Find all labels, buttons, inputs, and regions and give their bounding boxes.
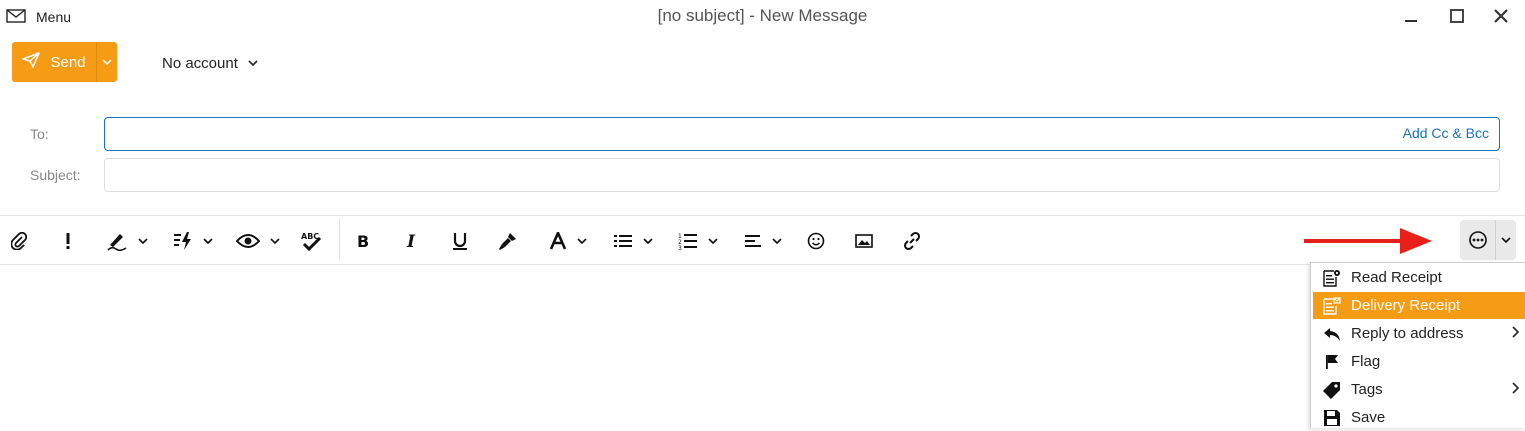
bullet-list-icon bbox=[614, 235, 632, 247]
account-selector[interactable]: No account bbox=[162, 52, 258, 74]
delivery-receipt-icon bbox=[1313, 296, 1351, 315]
svg-text:B: B bbox=[357, 233, 369, 249]
font-color-icon bbox=[549, 232, 567, 250]
menu-item-label: Read Receipt bbox=[1351, 269, 1442, 286]
to-label: To: bbox=[30, 126, 49, 142]
spellcheck-icon[interactable]: ABC bbox=[300, 228, 322, 254]
menu-item-label: Reply to address bbox=[1351, 325, 1464, 342]
menu-item-delivery-receipt[interactable]: Delivery Receipt bbox=[1313, 292, 1525, 319]
paper-plane-icon bbox=[22, 52, 41, 72]
chevron-down-icon bbox=[643, 238, 653, 244]
menu-item-flag[interactable]: Flag bbox=[1313, 348, 1525, 375]
close-button[interactable] bbox=[1488, 4, 1514, 28]
font-color-button[interactable] bbox=[545, 228, 591, 254]
underline-icon[interactable] bbox=[449, 228, 471, 254]
subject-input[interactable] bbox=[105, 159, 1499, 191]
red-arrow-annotation bbox=[1304, 228, 1432, 254]
italic-icon[interactable]: I bbox=[401, 228, 421, 254]
account-label: No account bbox=[162, 54, 238, 72]
menu-item-label: Tags bbox=[1351, 381, 1383, 398]
attach-icon[interactable] bbox=[8, 228, 30, 254]
send-button[interactable]: Send bbox=[12, 42, 96, 82]
window-title: [no subject] - New Message bbox=[657, 6, 868, 25]
signature-button[interactable] bbox=[102, 228, 152, 254]
signature-icon bbox=[107, 234, 127, 251]
menu-item-read-receipt[interactable]: Read Receipt bbox=[1313, 264, 1525, 291]
toolbar-separator bbox=[339, 218, 340, 261]
image-icon[interactable] bbox=[853, 228, 875, 254]
subject-field[interactable] bbox=[104, 158, 1500, 192]
chevron-down-icon bbox=[772, 238, 782, 244]
subject-label: Subject: bbox=[30, 167, 81, 183]
numbered-list-icon: 123 bbox=[678, 233, 697, 250]
bullet-list-button[interactable] bbox=[610, 228, 656, 254]
format-painter-icon[interactable] bbox=[497, 228, 519, 254]
more-options-button[interactable] bbox=[1460, 220, 1516, 260]
chevron-right-icon bbox=[1512, 326, 1519, 338]
align-button[interactable] bbox=[740, 228, 786, 254]
emoji-icon[interactable] bbox=[805, 228, 827, 254]
quick-text-icon bbox=[174, 232, 191, 250]
chevron-down-icon bbox=[1501, 237, 1511, 243]
priority-icon[interactable] bbox=[58, 228, 78, 254]
menu-item-label: Delivery Receipt bbox=[1351, 297, 1461, 314]
menu-item-tags[interactable]: Tags bbox=[1313, 376, 1525, 403]
svg-text:I: I bbox=[406, 233, 416, 249]
send-options-button[interactable] bbox=[96, 42, 117, 82]
more-options-menu: Read Receipt Delivery Receipt Reply to a… bbox=[1310, 262, 1525, 428]
reply-icon bbox=[1313, 326, 1351, 342]
chevron-down-icon bbox=[248, 60, 258, 66]
quick-text-button[interactable] bbox=[170, 228, 216, 254]
preview-icon bbox=[236, 234, 260, 248]
send-label: Send bbox=[50, 53, 86, 71]
save-icon bbox=[1313, 409, 1351, 427]
align-icon bbox=[745, 235, 761, 247]
toolbar-top-divider bbox=[0, 215, 1525, 216]
menu-item-label: Save bbox=[1351, 409, 1386, 426]
link-icon[interactable] bbox=[901, 228, 923, 254]
svg-text:3: 3 bbox=[678, 245, 682, 250]
to-input[interactable] bbox=[105, 118, 1499, 150]
chevron-down-icon bbox=[203, 238, 213, 244]
maximize-button[interactable] bbox=[1444, 4, 1470, 28]
bold-icon[interactable]: B bbox=[352, 228, 374, 254]
to-field[interactable]: Add Cc & Bcc bbox=[104, 117, 1500, 151]
chevron-down-icon bbox=[270, 238, 280, 244]
chevron-right-icon bbox=[1512, 382, 1519, 394]
more-icon[interactable] bbox=[1460, 220, 1495, 260]
read-receipt-icon bbox=[1313, 269, 1351, 287]
menu-item-label: Flag bbox=[1351, 353, 1381, 370]
minimize-button[interactable] bbox=[1398, 4, 1424, 28]
flag-icon bbox=[1313, 354, 1351, 370]
chevron-down-icon bbox=[138, 238, 148, 244]
chevron-down-icon bbox=[102, 59, 112, 65]
numbered-list-button[interactable]: 123 bbox=[675, 228, 721, 254]
preview-button[interactable] bbox=[234, 228, 282, 254]
more-options-dropdown[interactable] bbox=[1495, 220, 1516, 260]
send-button-group: Send bbox=[12, 42, 117, 82]
menu-item-reply-to-address[interactable]: Reply to address bbox=[1313, 320, 1525, 347]
add-cc-bcc-link[interactable]: Add Cc & Bcc bbox=[1403, 125, 1489, 141]
tag-icon bbox=[1313, 381, 1351, 399]
chevron-down-icon bbox=[708, 238, 718, 244]
chevron-down-icon bbox=[577, 238, 587, 244]
toolbar-bottom-divider bbox=[0, 264, 1525, 265]
